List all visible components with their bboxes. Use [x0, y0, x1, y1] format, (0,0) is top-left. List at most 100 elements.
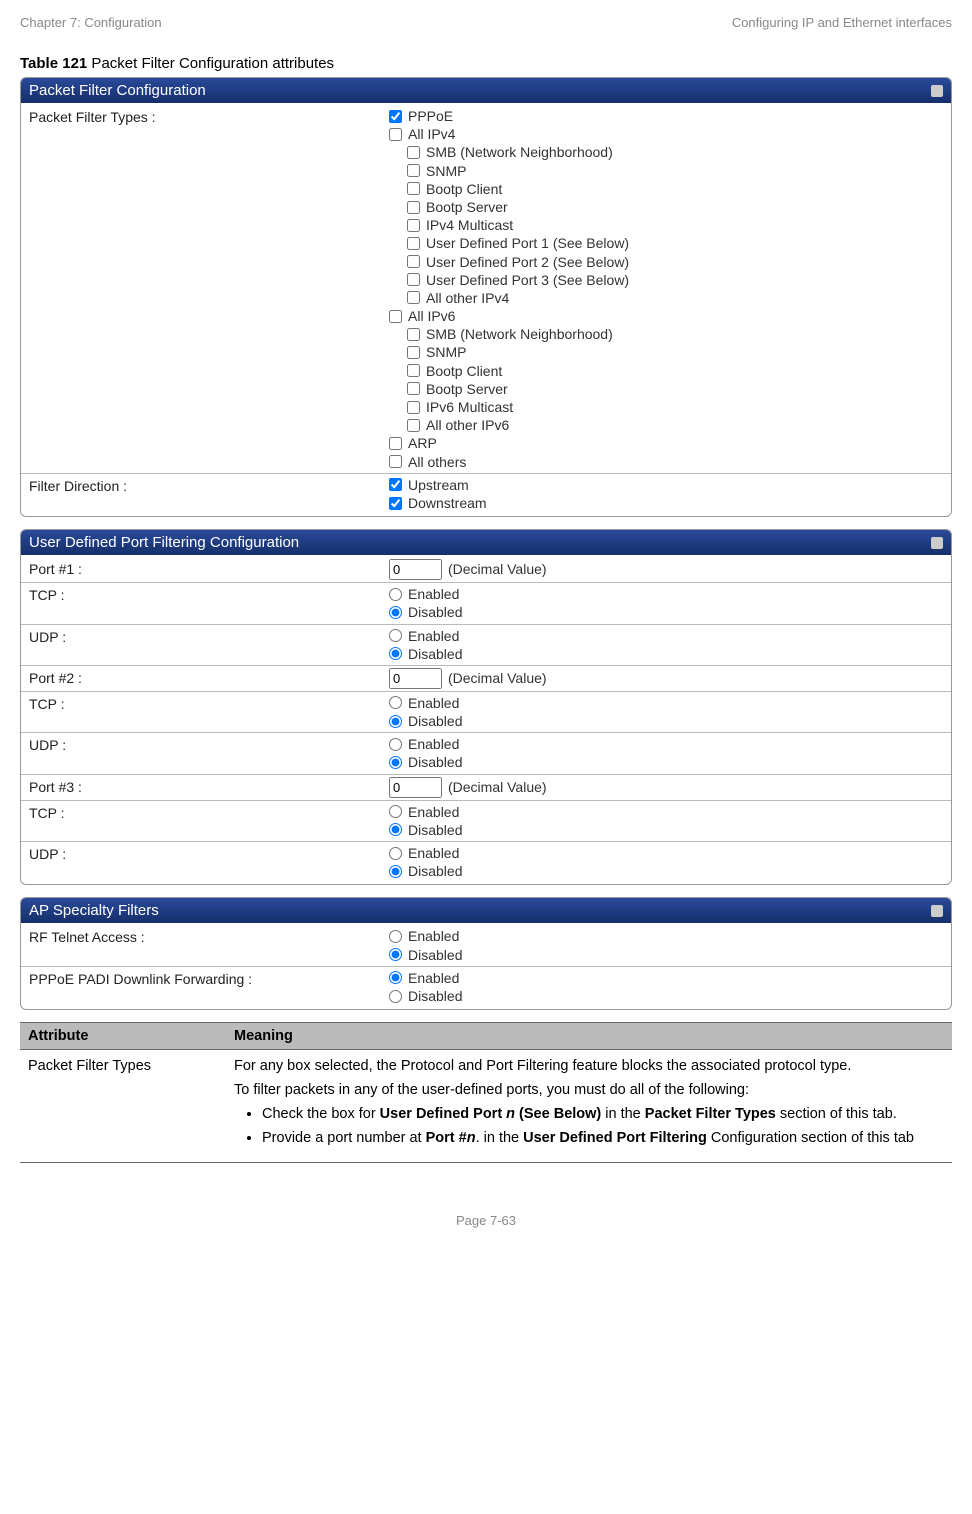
- radio-tcp1-disabled[interactable]: [389, 606, 402, 619]
- th-attribute: Attribute: [20, 1023, 226, 1050]
- radio-udp1-disabled[interactable]: [389, 647, 402, 660]
- checkbox-arp[interactable]: [389, 437, 402, 450]
- checkbox-bootps4[interactable]: [407, 201, 420, 214]
- label-all-ipv6: All IPv6: [408, 307, 455, 325]
- label-disabled: Disabled: [408, 862, 462, 880]
- label-allothers: All others: [408, 453, 466, 471]
- port1-input[interactable]: [389, 559, 442, 580]
- row-label: UDP :: [29, 844, 389, 862]
- attribute-table: Attribute Meaning Packet Filter Types Fo…: [20, 1022, 952, 1163]
- radio-udp2-disabled[interactable]: [389, 756, 402, 769]
- radio-udp3-enabled[interactable]: [389, 847, 402, 860]
- port2-input[interactable]: [389, 668, 442, 689]
- checkbox-allothers[interactable]: [389, 455, 402, 468]
- label-disabled: Disabled: [408, 987, 462, 1005]
- radio-tcp3-enabled[interactable]: [389, 805, 402, 818]
- label-allother6: All other IPv6: [426, 416, 509, 434]
- header-left: Chapter 7: Configuration: [20, 15, 162, 30]
- radio-tcp2-enabled[interactable]: [389, 696, 402, 709]
- row-label: Packet Filter Types :: [29, 107, 389, 125]
- checkbox-all-ipv4[interactable]: [389, 128, 402, 141]
- radio-tcp2-disabled[interactable]: [389, 715, 402, 728]
- label-bootps4: Bootp Server: [426, 198, 508, 216]
- checkbox-all-ipv6[interactable]: [389, 310, 402, 323]
- label-bootps6: Bootp Server: [426, 380, 508, 398]
- header-right: Configuring IP and Ethernet interfaces: [732, 15, 952, 30]
- checkbox-snmp4[interactable]: [407, 164, 420, 177]
- label-smb4: SMB (Network Neighborhood): [426, 143, 613, 161]
- label-enabled: Enabled: [408, 585, 459, 603]
- user-port-panel: User Defined Port Filtering Configuratio…: [20, 529, 952, 885]
- decimal-hint: (Decimal Value): [448, 779, 547, 795]
- checkbox-smb6[interactable]: [407, 328, 420, 341]
- radio-padi-enabled[interactable]: [389, 971, 402, 984]
- label-arp: ARP: [408, 434, 437, 452]
- radio-rf-enabled[interactable]: [389, 930, 402, 943]
- row-label: UDP :: [29, 735, 389, 753]
- checkbox-snmp6[interactable]: [407, 346, 420, 359]
- checkbox-pppoe[interactable]: [389, 110, 402, 123]
- label-enabled: Enabled: [408, 844, 459, 862]
- label-enabled: Enabled: [408, 927, 459, 945]
- row-label: TCP :: [29, 803, 389, 821]
- checkbox-ipv4mc[interactable]: [407, 219, 420, 232]
- panel-title: AP Specialty Filters: [29, 902, 159, 919]
- checkbox-smb4[interactable]: [407, 146, 420, 159]
- checkbox-udp2[interactable]: [407, 255, 420, 268]
- label-udp3: User Defined Port 3 (See Below): [426, 271, 629, 289]
- label-enabled: Enabled: [408, 627, 459, 645]
- label-smb6: SMB (Network Neighborhood): [426, 325, 613, 343]
- label-disabled: Disabled: [408, 603, 462, 621]
- radio-tcp1-enabled[interactable]: [389, 588, 402, 601]
- row-label: Port #1 :: [29, 559, 389, 577]
- label-snmp6: SNMP: [426, 343, 466, 361]
- panel-header: User Defined Port Filtering Configuratio…: [21, 530, 951, 555]
- checkbox-bootpc6[interactable]: [407, 364, 420, 377]
- decimal-hint: (Decimal Value): [448, 561, 547, 577]
- radio-rf-disabled[interactable]: [389, 948, 402, 961]
- row-label: Port #3 :: [29, 777, 389, 795]
- meaning-li1: Check the box for User Defined Port n (S…: [262, 1106, 944, 1122]
- checkbox-bootpc4[interactable]: [407, 182, 420, 195]
- label-ipv4mc: IPv4 Multicast: [426, 216, 513, 234]
- label-enabled: Enabled: [408, 694, 459, 712]
- panel-title: User Defined Port Filtering Configuratio…: [29, 534, 299, 551]
- port3-input[interactable]: [389, 777, 442, 798]
- checkbox-allother4[interactable]: [407, 291, 420, 304]
- label-snmp4: SNMP: [426, 162, 466, 180]
- checkbox-downstream[interactable]: [389, 497, 402, 510]
- row-label: UDP :: [29, 627, 389, 645]
- collapse-icon[interactable]: [931, 85, 943, 97]
- page-footer: Page 7-63: [20, 1213, 952, 1228]
- radio-tcp3-disabled[interactable]: [389, 823, 402, 836]
- panel-title: Packet Filter Configuration: [29, 82, 206, 99]
- checkbox-udp1[interactable]: [407, 237, 420, 250]
- row-label: TCP :: [29, 585, 389, 603]
- meaning-li2: Provide a port number at Port #n. in the…: [262, 1130, 944, 1146]
- row-label: PPPoE PADI Downlink Forwarding :: [29, 969, 389, 987]
- th-meaning: Meaning: [226, 1023, 952, 1050]
- row-label: Port #2 :: [29, 668, 389, 686]
- label-enabled: Enabled: [408, 803, 459, 821]
- radio-padi-disabled[interactable]: [389, 990, 402, 1003]
- radio-udp3-disabled[interactable]: [389, 865, 402, 878]
- collapse-icon[interactable]: [931, 537, 943, 549]
- label-enabled: Enabled: [408, 735, 459, 753]
- checkbox-bootps6[interactable]: [407, 382, 420, 395]
- table-caption: Table 121 Packet Filter Configuration at…: [20, 55, 952, 72]
- radio-udp1-enabled[interactable]: [389, 629, 402, 642]
- decimal-hint: (Decimal Value): [448, 670, 547, 686]
- checkbox-allother6[interactable]: [407, 419, 420, 432]
- checkbox-ipv6mc[interactable]: [407, 401, 420, 414]
- radio-udp2-enabled[interactable]: [389, 738, 402, 751]
- packet-filter-panel: Packet Filter Configuration Packet Filte…: [20, 77, 952, 517]
- checkbox-udp3[interactable]: [407, 273, 420, 286]
- collapse-icon[interactable]: [931, 905, 943, 917]
- label-disabled: Disabled: [408, 712, 462, 730]
- caption-rest: Packet Filter Configuration attributes: [87, 55, 334, 72]
- label-all-ipv4: All IPv4: [408, 125, 455, 143]
- label-bootpc6: Bootp Client: [426, 362, 502, 380]
- checkbox-upstream[interactable]: [389, 478, 402, 491]
- label-allother4: All other IPv4: [426, 289, 509, 307]
- meaning-p2: To filter packets in any of the user-def…: [234, 1082, 944, 1098]
